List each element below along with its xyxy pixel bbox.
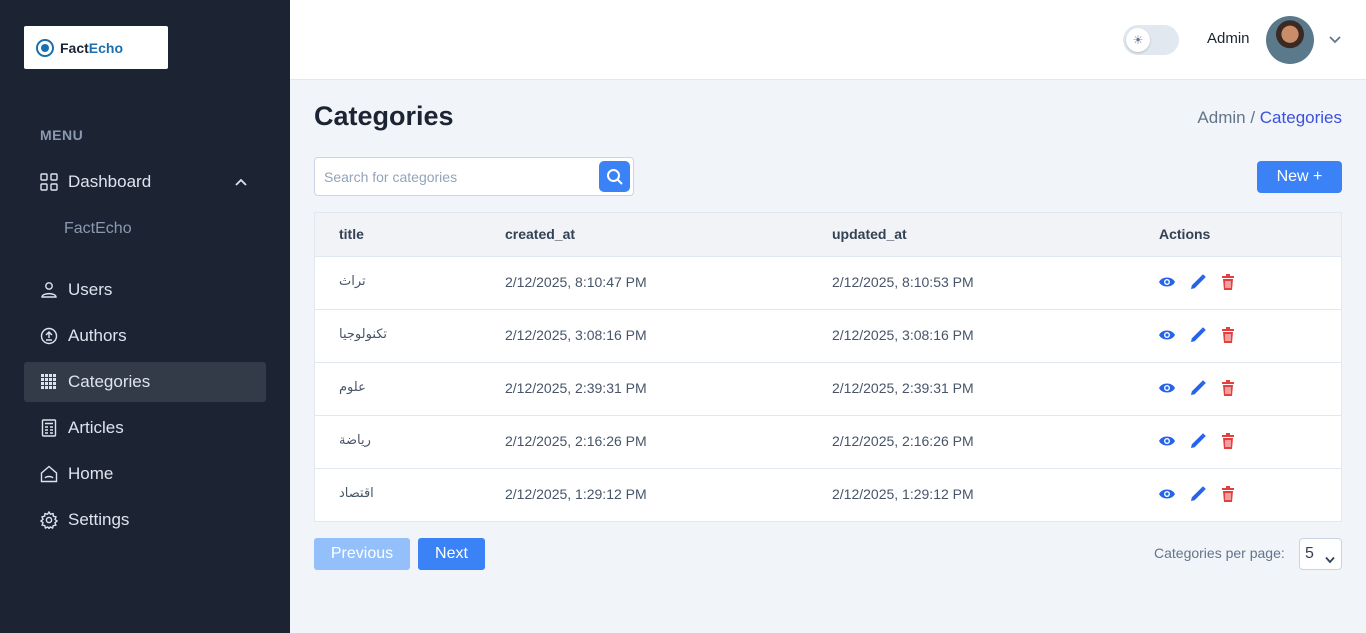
delete-trash-icon[interactable]: [1219, 273, 1237, 291]
previous-page-button[interactable]: Previous: [314, 538, 410, 570]
edit-pencil-icon[interactable]: [1189, 432, 1207, 450]
gear-icon: [40, 511, 58, 529]
view-icon[interactable]: [1158, 485, 1176, 503]
delete-trash-icon[interactable]: [1219, 379, 1237, 397]
cell-updated-at: 2/12/2025, 3:08:16 PM: [832, 327, 974, 343]
cell-created-at: 2/12/2025, 3:08:16 PM: [505, 327, 647, 343]
brand-logo[interactable]: FactEcho: [24, 26, 168, 69]
table-row: اقتصاد 2/12/2025, 1:29:12 PM 2/12/2025, …: [315, 469, 1341, 522]
menu-title: MENU: [40, 127, 84, 143]
cell-title: اقتصاد: [339, 486, 374, 501]
delete-trash-icon[interactable]: [1219, 326, 1237, 344]
sidebar: FactEcho MENU Dashboard FactEcho Users A…: [0, 0, 290, 633]
page-title: Categories: [314, 101, 454, 131]
cell-title: رياضة: [339, 433, 371, 448]
search-icon: [606, 168, 623, 185]
delete-trash-icon[interactable]: [1219, 485, 1237, 503]
author-icon: [40, 327, 58, 345]
sidebar-item-settings[interactable]: Settings: [24, 500, 266, 540]
home-icon: [40, 465, 58, 483]
chevron-up-icon[interactable]: [234, 174, 248, 194]
table-header: title created_at updated_at Actions: [315, 213, 1341, 257]
table-row: تكنولوجيا 2/12/2025, 3:08:16 PM 2/12/202…: [315, 310, 1341, 363]
cell-updated-at: 2/12/2025, 2:39:31 PM: [832, 380, 974, 396]
edit-pencil-icon[interactable]: [1189, 326, 1207, 344]
categories-table: title created_at updated_at Actions تراث…: [314, 212, 1342, 522]
edit-pencil-icon[interactable]: [1189, 485, 1207, 503]
breadcrumb-root[interactable]: Admin /: [1197, 108, 1255, 127]
sidebar-item-users[interactable]: Users: [24, 270, 266, 310]
user-name[interactable]: Admin: [1207, 30, 1250, 47]
user-icon: [40, 281, 58, 299]
column-header-title: title: [339, 226, 364, 242]
sidebar-item-label: Dashboard: [68, 172, 152, 191]
brand-name-part1: Fact: [60, 39, 89, 56]
sun-icon: ☀: [1126, 28, 1150, 52]
search-button[interactable]: [599, 161, 630, 192]
cell-created-at: 2/12/2025, 2:16:26 PM: [505, 433, 647, 449]
sidebar-item-articles[interactable]: Articles: [24, 408, 266, 448]
next-page-button[interactable]: Next: [418, 538, 485, 570]
sidebar-item-label: Home: [68, 464, 114, 483]
view-icon[interactable]: [1158, 432, 1176, 450]
per-page-select[interactable]: 5: [1299, 538, 1342, 570]
view-icon[interactable]: [1158, 273, 1176, 291]
cell-created-at: 2/12/2025, 8:10:47 PM: [505, 274, 647, 290]
sidebar-item-label: Users: [68, 280, 113, 299]
cell-updated-at: 2/12/2025, 8:10:53 PM: [832, 274, 974, 290]
logo-icon: [36, 38, 54, 57]
top-header: ☀ Admin: [290, 0, 1366, 80]
sidebar-item-label: Articles: [68, 418, 124, 437]
cell-updated-at: 2/12/2025, 2:16:26 PM: [832, 433, 974, 449]
cell-updated-at: 2/12/2025, 1:29:12 PM: [832, 486, 974, 502]
dashboard-grid-icon: [40, 173, 58, 191]
view-icon[interactable]: [1158, 326, 1176, 344]
delete-trash-icon[interactable]: [1219, 432, 1237, 450]
sidebar-item-categories[interactable]: Categories: [24, 362, 266, 402]
chevron-down-icon[interactable]: [1327, 31, 1343, 52]
sidebar-subitem-factecho[interactable]: FactEcho: [64, 220, 132, 238]
per-page-value: 5: [1305, 545, 1314, 562]
cell-created-at: 2/12/2025, 2:39:31 PM: [505, 380, 647, 396]
per-page-label: Categories per page:: [1154, 545, 1285, 561]
view-icon[interactable]: [1158, 379, 1176, 397]
sidebar-item-label: Categories: [68, 372, 151, 391]
sidebar-item-dashboard[interactable]: Dashboard: [24, 162, 266, 202]
cell-title: علوم: [339, 380, 366, 395]
breadcrumb-current: Categories: [1259, 108, 1342, 127]
brand-name-part2: Echo: [88, 39, 124, 56]
categories-grid-icon: [40, 373, 58, 391]
column-header-actions: Actions: [1159, 226, 1211, 242]
cell-created-at: 2/12/2025, 1:29:12 PM: [505, 486, 647, 502]
column-header-updated-at: updated_at: [832, 226, 907, 242]
table-row: تراث 2/12/2025, 8:10:47 PM 2/12/2025, 8:…: [315, 257, 1341, 310]
edit-pencil-icon[interactable]: [1189, 273, 1207, 291]
articles-icon: [40, 419, 58, 437]
table-row: علوم 2/12/2025, 2:39:31 PM 2/12/2025, 2:…: [315, 363, 1341, 416]
search-box: [314, 157, 634, 196]
cell-title: تكنولوجيا: [339, 327, 388, 342]
sidebar-item-label: Authors: [68, 326, 127, 345]
chevron-down-icon: [1325, 551, 1335, 569]
avatar[interactable]: [1266, 16, 1314, 64]
table-row: رياضة 2/12/2025, 2:16:26 PM 2/12/2025, 2…: [315, 416, 1341, 469]
edit-pencil-icon[interactable]: [1189, 379, 1207, 397]
theme-toggle[interactable]: ☀: [1123, 25, 1179, 55]
sidebar-item-authors[interactable]: Authors: [24, 316, 266, 356]
cell-title: تراث: [339, 274, 366, 289]
new-category-button[interactable]: New +: [1257, 161, 1342, 193]
search-input[interactable]: [316, 159, 596, 194]
sidebar-item-home[interactable]: Home: [24, 454, 266, 494]
sidebar-item-label: Settings: [68, 510, 130, 529]
breadcrumb: Admin / Categories: [1197, 108, 1342, 128]
column-header-created-at: created_at: [505, 226, 576, 242]
